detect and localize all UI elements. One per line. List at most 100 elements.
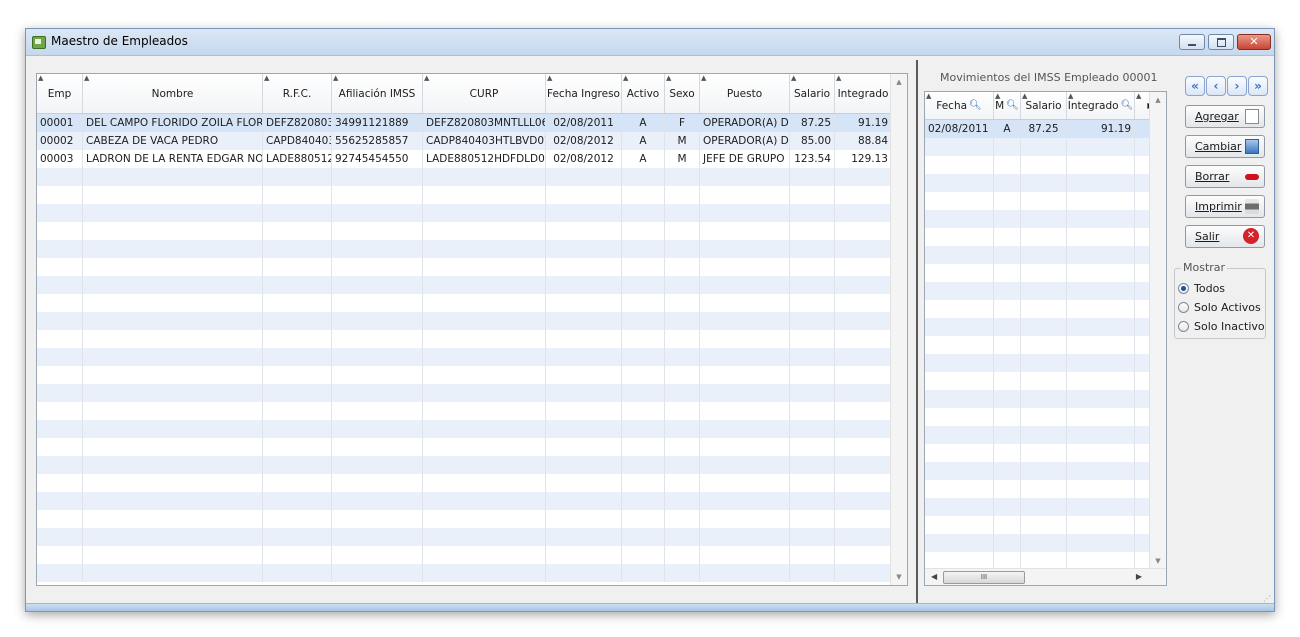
filter-option-todos[interactable]: Todos <box>1178 282 1225 295</box>
table-row[interactable] <box>37 348 892 366</box>
table-row[interactable] <box>925 534 1166 552</box>
table-row[interactable] <box>925 192 1166 210</box>
last-record-button[interactable]: » <box>1248 76 1268 96</box>
panel-splitter[interactable] <box>916 60 918 606</box>
table-row[interactable] <box>925 516 1166 534</box>
first-record-button[interactable]: « <box>1185 76 1205 96</box>
table-row[interactable] <box>37 330 892 348</box>
imss-movements-grid[interactable]: ▲Fecha🔍︎ ▲M🔍︎ ▲Salario ▲Integrado🔍︎ ▲ ▶ 0… <box>924 91 1167 586</box>
scroll-thumb[interactable]: III <box>943 571 1025 584</box>
radio-solo-activos[interactable] <box>1178 302 1189 313</box>
table-row[interactable]: 00001 DEL CAMPO FLORIDO ZOILA FLOR DEFZ820… <box>37 114 892 132</box>
col-header-puesto[interactable]: ▲ Puesto <box>700 74 790 113</box>
table-row[interactable] <box>925 390 1166 408</box>
table-row[interactable] <box>37 222 892 240</box>
scroll-left-arrow-icon[interactable]: ◀ <box>931 569 937 585</box>
change-button[interactable]: Cambiar <box>1185 135 1265 158</box>
resize-grip-icon[interactable]: ⋰ <box>1263 594 1271 603</box>
table-row[interactable] <box>37 294 892 312</box>
add-button[interactable]: Agregar <box>1185 105 1265 128</box>
table-row[interactable] <box>925 462 1166 480</box>
search-icon[interactable]: 🔍︎ <box>969 100 982 111</box>
table-row[interactable]: 00002 CABEZA DE VACA PEDRO CAPD840403 55625… <box>37 132 892 150</box>
col-header-curp[interactable]: ▲ CURP <box>423 74 546 113</box>
scroll-up-arrow-icon[interactable]: ▲ <box>1150 96 1166 104</box>
table-row[interactable] <box>37 438 892 456</box>
close-window-button[interactable] <box>1237 34 1271 50</box>
table-row[interactable] <box>37 384 892 402</box>
col-header-fecha-ingreso[interactable]: ▲ Fecha Ingreso <box>546 74 622 113</box>
table-row[interactable] <box>925 318 1166 336</box>
col-header-fecha[interactable]: ▲ Fecha 🔍︎ <box>925 92 994 119</box>
table-row[interactable] <box>37 204 892 222</box>
exit-button[interactable]: Salir ✕ <box>1185 225 1265 248</box>
print-button[interactable]: Imprimir <box>1185 195 1265 218</box>
table-row[interactable] <box>925 156 1166 174</box>
radio-solo-inactivo[interactable] <box>1178 321 1189 332</box>
col-header-emp[interactable]: ▲ Emp <box>37 74 83 113</box>
table-row[interactable] <box>37 420 892 438</box>
table-row[interactable]: 02/08/2011 A 87.25 91.19 <box>925 120 1166 138</box>
table-row[interactable] <box>925 282 1166 300</box>
imss-grid-horizontal-scrollbar[interactable]: ◀ III ▶ <box>925 568 1166 585</box>
table-row[interactable] <box>925 246 1166 264</box>
scroll-down-arrow-icon[interactable]: ▼ <box>891 573 907 581</box>
col-header-sexo[interactable]: ▲ Sexo <box>665 74 700 113</box>
next-record-button[interactable]: › <box>1227 76 1247 96</box>
table-row[interactable] <box>37 564 892 582</box>
table-row[interactable] <box>37 528 892 546</box>
table-row[interactable] <box>925 210 1166 228</box>
col-header-afiliacion[interactable]: ▲ Afiliación IMSS <box>332 74 423 113</box>
table-row[interactable] <box>37 546 892 564</box>
table-row[interactable] <box>37 474 892 492</box>
col-header-integrado[interactable]: ▲ Integrado <box>835 74 892 113</box>
filter-option-solo-activos[interactable]: Solo Activos <box>1178 301 1261 314</box>
employees-grid[interactable]: ▲ Emp ▲ Nombre ▲ R.F.C. ▲ Afiliación IMSS ▲ C… <box>36 73 908 586</box>
col-header-salario-mov[interactable]: ▲ Salario <box>1021 92 1067 119</box>
table-row[interactable] <box>925 498 1166 516</box>
delete-button[interactable]: Borrar <box>1185 165 1265 188</box>
col-header-salario[interactable]: ▲ Salario <box>790 74 835 113</box>
previous-record-button[interactable]: ‹ <box>1206 76 1226 96</box>
filter-option-solo-inactivo[interactable]: Solo Inactivo <box>1178 320 1265 333</box>
table-row[interactable] <box>925 408 1166 426</box>
table-row[interactable] <box>925 444 1166 462</box>
table-row[interactable] <box>925 228 1166 246</box>
table-row[interactable] <box>925 354 1166 372</box>
table-row[interactable] <box>37 402 892 420</box>
col-header-rfc[interactable]: ▲ R.F.C. <box>263 74 332 113</box>
table-row[interactable] <box>37 456 892 474</box>
table-row[interactable] <box>37 186 892 204</box>
table-row[interactable] <box>37 492 892 510</box>
search-icon[interactable]: 🔍︎ <box>1121 100 1134 111</box>
table-row[interactable] <box>925 372 1166 390</box>
table-row[interactable] <box>37 240 892 258</box>
table-row[interactable] <box>37 258 892 276</box>
scroll-up-arrow-icon[interactable]: ▲ <box>891 78 907 86</box>
search-icon[interactable]: 🔍︎ <box>1006 100 1019 111</box>
scroll-down-arrow-icon[interactable]: ▼ <box>1150 557 1166 565</box>
maximize-button[interactable] <box>1208 34 1234 50</box>
scroll-right-arrow-icon[interactable]: ▶ <box>1136 569 1142 585</box>
table-row[interactable] <box>925 300 1166 318</box>
col-header-nombre[interactable]: ▲ Nombre <box>83 74 263 113</box>
table-row[interactable] <box>925 426 1166 444</box>
table-row[interactable] <box>37 312 892 330</box>
table-row[interactable] <box>37 510 892 528</box>
table-row[interactable]: 00003 LADRON DE LA RENTA EDGAR NOE LADE880… <box>37 150 892 168</box>
employees-grid-vertical-scrollbar[interactable]: ▲ ▼ <box>890 74 907 585</box>
imss-grid-vertical-scrollbar[interactable]: ▲ ▼ <box>1149 92 1166 569</box>
col-header-activo[interactable]: ▲ Activo <box>622 74 665 113</box>
table-row[interactable] <box>925 480 1166 498</box>
table-row[interactable] <box>925 336 1166 354</box>
radio-todos[interactable] <box>1178 283 1189 294</box>
col-header-m[interactable]: ▲ M 🔍︎ <box>994 92 1021 119</box>
minimize-button[interactable] <box>1179 34 1205 50</box>
table-row[interactable] <box>925 138 1166 156</box>
table-row[interactable] <box>37 366 892 384</box>
col-header-integrado-mov[interactable]: ▲ Integrado 🔍︎ <box>1067 92 1135 119</box>
table-row[interactable] <box>37 168 892 186</box>
table-row[interactable] <box>925 174 1166 192</box>
table-row[interactable] <box>37 276 892 294</box>
table-row[interactable] <box>925 264 1166 282</box>
